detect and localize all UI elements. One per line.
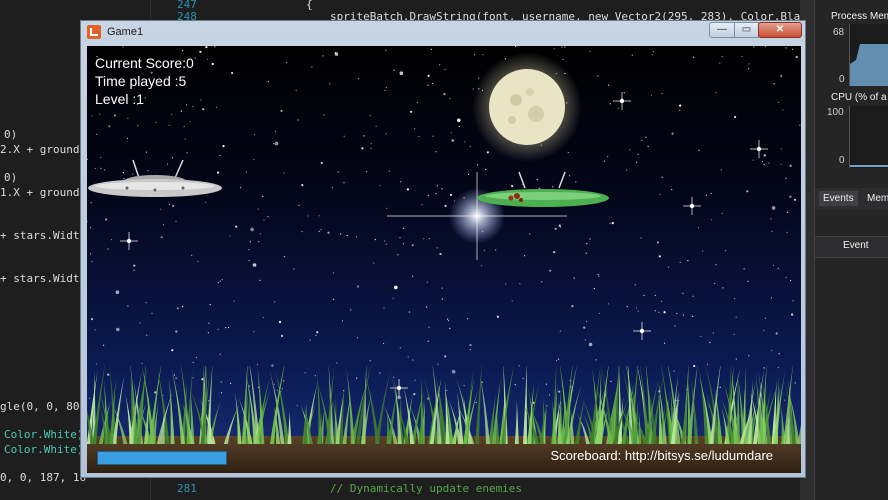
player-ufo-icon [88,159,222,197]
current-score-label: Current Score:0 [95,55,194,71]
code-fragment: Color.White) [4,428,84,441]
player-health-bar [97,451,227,465]
code-fragment: Color.White) [4,443,84,456]
code-line: // Dynamically update enemies [330,482,523,495]
time-played-label: Time played :5 [95,73,187,89]
close-button[interactable]: ✕ [758,22,802,38]
code-fragment: gle(0, 0, 800 [0,400,87,413]
window-title: Game1 [107,26,144,38]
cpu-graph-line [850,165,888,167]
maximize-button[interactable]: ▭ [734,22,759,38]
moon-icon [472,52,582,162]
cpu-graph [849,106,888,168]
minimize-button[interactable]: — [709,22,735,38]
code-fragment: 0, 0, 187, 16 [0,471,87,484]
code-fragment: 0) [4,171,18,184]
window-titlebar[interactable]: Game1 — ▭ ✕ [81,21,805,45]
tab-events[interactable]: Events [819,191,858,206]
diagnostic-tabs: Events Mem [815,188,888,210]
code-fragment: 0) [4,128,18,141]
level-label: Level :1 [95,91,145,107]
memory-min-value: 0 [839,74,845,85]
code-line: { [306,0,313,11]
monogame-app-icon [87,25,101,39]
scoreboard-url: Scoreboard: http://bitsys.se/ludumdare [550,448,773,463]
enemy-ufo-icon [477,171,609,207]
cpu-max-value: 100 [827,107,844,118]
tab-memory[interactable]: Mem [863,191,888,206]
cpu-min-value: 0 [839,155,845,166]
code-fragment: 1.X + ground. [0,186,87,199]
code-fragment: 2.X + ground. [0,143,87,156]
memory-graph-area [850,44,888,86]
game-viewport[interactable]: Current Score:0 Time played :5 Level :1 … [87,46,801,473]
event-column-header[interactable]: Event [843,240,869,251]
code-fragment: + stars.Width [0,229,87,242]
code-fragment: + stars.Width [0,272,87,285]
diagnostic-tools-panel: Process Mem 68 0 CPU (% of a 100 0 Event… [814,0,888,500]
game-window[interactable]: Game1 — ▭ ✕ Current Score:0 Time played … [80,20,806,478]
line-number: 281 [177,482,197,495]
memory-graph [849,24,888,86]
cpu-title: CPU (% of a [831,92,887,103]
process-memory-title: Process Mem [831,11,888,22]
memory-max-value: 68 [833,27,845,38]
events-table-header: Event [815,236,888,258]
